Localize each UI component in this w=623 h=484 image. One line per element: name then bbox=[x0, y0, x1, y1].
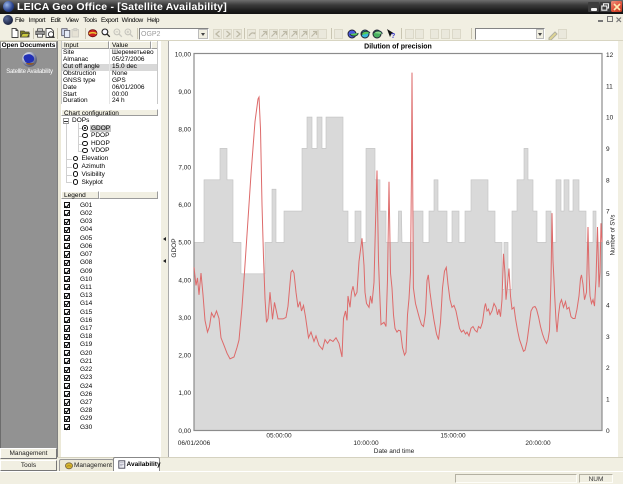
svg-text:10,00: 10,00 bbox=[175, 51, 192, 58]
svg-text:1,00: 1,00 bbox=[178, 390, 191, 397]
svg-text:20:00:00: 20:00:00 bbox=[525, 440, 551, 447]
svg-text:Number of SVs: Number of SVs bbox=[611, 215, 617, 256]
svg-text:12: 12 bbox=[606, 52, 614, 59]
svg-text:7: 7 bbox=[606, 209, 610, 216]
svg-text:0,00: 0,00 bbox=[178, 428, 191, 435]
svg-text:06/01/2006: 06/01/2006 bbox=[178, 440, 211, 447]
svg-text:9,00: 9,00 bbox=[178, 89, 191, 96]
svg-text:5,00: 5,00 bbox=[178, 240, 191, 247]
svg-text:10:00:00: 10:00:00 bbox=[353, 440, 379, 447]
svg-text:1: 1 bbox=[606, 397, 610, 404]
svg-text:2: 2 bbox=[606, 365, 610, 372]
svg-text:6,00: 6,00 bbox=[178, 202, 191, 209]
svg-text:Dilution of precision: Dilution of precision bbox=[364, 44, 432, 51]
svg-text:8,00: 8,00 bbox=[178, 127, 191, 134]
svg-text:9: 9 bbox=[606, 146, 610, 153]
svg-text:2,00: 2,00 bbox=[178, 353, 191, 360]
svg-text:?: ? bbox=[391, 33, 395, 40]
svg-text:6: 6 bbox=[606, 240, 610, 247]
svg-text:4,00: 4,00 bbox=[178, 277, 191, 284]
svg-text:0: 0 bbox=[606, 428, 610, 435]
svg-text:8: 8 bbox=[606, 177, 610, 184]
svg-text:05:00:00: 05:00:00 bbox=[266, 433, 292, 440]
svg-text:5: 5 bbox=[606, 271, 610, 278]
svg-text:GDOP: GDOP bbox=[171, 238, 178, 257]
svg-text:11: 11 bbox=[606, 83, 613, 90]
svg-text:10: 10 bbox=[606, 115, 614, 122]
svg-text:Date and time: Date and time bbox=[374, 448, 415, 455]
svg-text:15:00:00: 15:00:00 bbox=[440, 433, 466, 440]
svg-text:3: 3 bbox=[606, 334, 610, 341]
svg-text:3,00: 3,00 bbox=[178, 315, 191, 322]
svg-text:7,00: 7,00 bbox=[178, 164, 191, 171]
svg-text:4: 4 bbox=[606, 303, 610, 310]
